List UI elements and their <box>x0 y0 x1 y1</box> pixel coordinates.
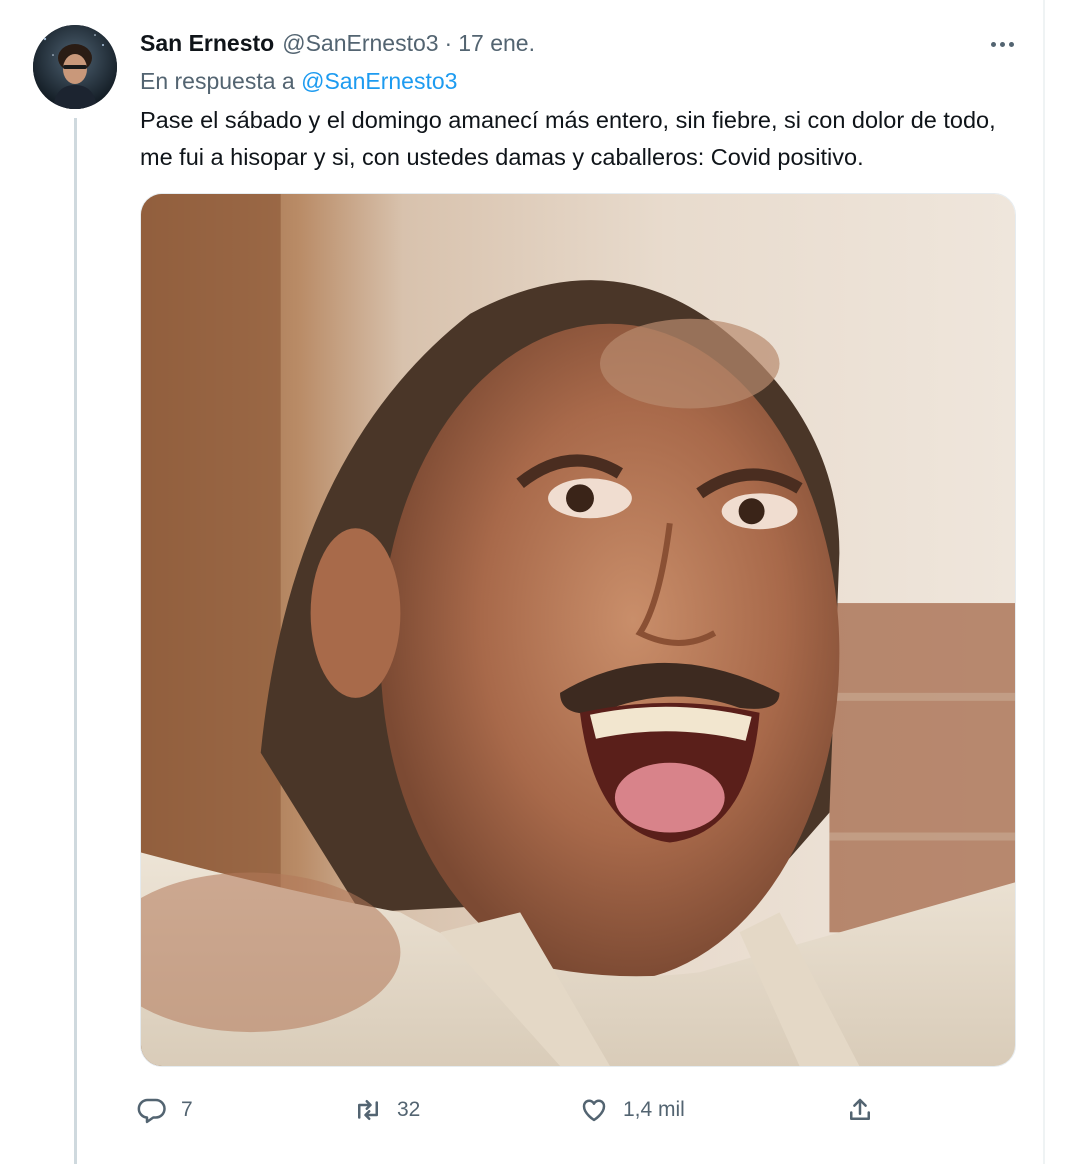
retweet-button[interactable]: 32 <box>353 1090 420 1130</box>
retweet-count: 32 <box>397 1098 421 1121</box>
reply-button[interactable]: 7 <box>137 1090 193 1130</box>
tweet[interactable]: San Ernesto @SanErnesto3 · 17 ene. En re… <box>0 0 1080 1164</box>
tweet-text: Pase el sábado y el domingo amanecí más … <box>140 107 996 170</box>
author-name[interactable]: San Ernesto <box>140 30 274 57</box>
reply-handle-link[interactable]: @SanErnesto3 <box>301 68 457 94</box>
author-handle[interactable]: @SanErnesto3 <box>282 30 438 57</box>
more-options-icon[interactable] <box>982 32 1022 56</box>
tweet-photo[interactable] <box>140 193 1016 1067</box>
reply-icon <box>137 1095 167 1125</box>
heart-icon <box>579 1095 609 1125</box>
share-icon <box>845 1095 875 1125</box>
like-button[interactable]: 1,4 mil <box>579 1090 685 1130</box>
tweet-actions: 7 32 1,4 mil <box>135 1090 1035 1130</box>
like-count: 1,4 mil <box>623 1098 685 1121</box>
reply-prefix: En respuesta a <box>140 68 295 94</box>
retweet-icon <box>353 1095 383 1125</box>
avatar[interactable] <box>33 25 117 109</box>
thread-line <box>74 118 77 1164</box>
reply-count: 7 <box>181 1098 193 1121</box>
tweet-header: San Ernesto @SanErnesto3 · 17 ene. <box>140 30 535 60</box>
tweet-date[interactable]: 17 ene. <box>458 30 535 57</box>
separator-dot: · <box>444 30 453 56</box>
reply-context: En respuesta a @SanErnesto3 <box>140 68 457 95</box>
column-divider <box>1043 0 1045 1164</box>
share-button[interactable] <box>845 1090 875 1130</box>
